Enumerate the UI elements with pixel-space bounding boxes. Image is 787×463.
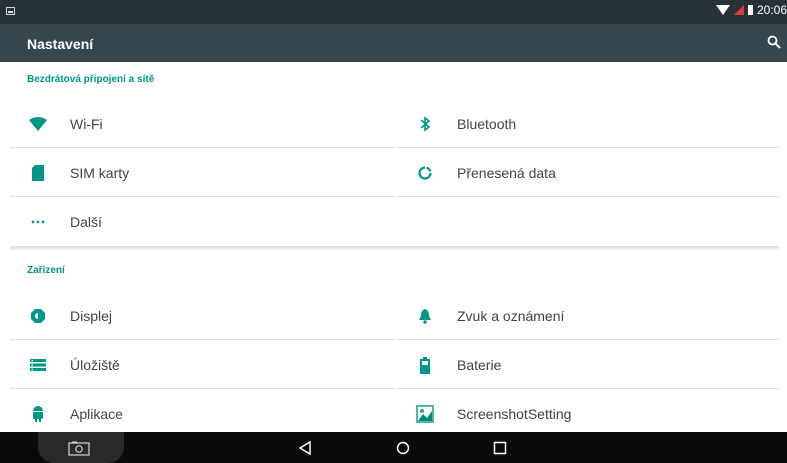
- settings-item-label: ScreenshotSetting: [457, 406, 572, 422]
- wifi-signal-icon: [715, 5, 730, 15]
- wifi-icon: [28, 114, 48, 134]
- bell-icon: [415, 306, 435, 326]
- camera-icon: [68, 441, 90, 456]
- settings-item-data-usage[interactable]: Přenesená data: [397, 148, 779, 197]
- settings-item-display[interactable]: Displej: [10, 291, 394, 340]
- settings-item-apps[interactable]: Aplikace: [10, 389, 394, 438]
- settings-item-label: Zvuk a oznámení: [457, 308, 565, 324]
- android-icon: [28, 404, 48, 424]
- bluetooth-icon: [415, 114, 435, 134]
- settings-item-sound[interactable]: Zvuk a oznámení: [397, 291, 779, 340]
- settings-item-storage[interactable]: Úložiště: [10, 340, 394, 389]
- home-icon[interactable]: [396, 441, 410, 455]
- settings-item-label: Bluetooth: [457, 116, 517, 132]
- settings-item-label: Baterie: [457, 357, 502, 373]
- settings-item-battery[interactable]: Baterie: [397, 340, 779, 389]
- more-icon: [28, 212, 48, 232]
- settings-item-label: SIM karty: [70, 165, 130, 181]
- settings-item-label: Přenesená data: [457, 165, 556, 181]
- settings-item-bluetooth[interactable]: Bluetooth: [397, 99, 779, 148]
- settings-item-more[interactable]: Další: [10, 197, 394, 246]
- section-divider: [10, 246, 779, 250]
- settings-item-label: Aplikace: [70, 406, 123, 422]
- settings-content: Bezdrátová připojení a sítě Wi-Fi Blueto…: [0, 62, 787, 432]
- search-icon[interactable]: [767, 35, 781, 49]
- app-toolbar: Nastavení: [0, 24, 787, 62]
- status-right: 20:06: [715, 3, 787, 17]
- screenshot-setting-icon: [415, 404, 435, 424]
- settings-item-sim[interactable]: SIM karty: [10, 148, 394, 197]
- battery-icon: [415, 355, 435, 375]
- brightness-icon: [28, 306, 48, 326]
- battery-status-icon: [747, 5, 753, 15]
- settings-item-screenshot[interactable]: ScreenshotSetting: [397, 389, 779, 438]
- recents-icon[interactable]: [493, 441, 507, 455]
- status-bar: 20:06: [0, 0, 787, 24]
- section-title-device: Zařízení: [27, 265, 65, 276]
- clock: 20:06: [756, 3, 787, 17]
- settings-item-label: Displej: [70, 308, 113, 324]
- back-icon[interactable]: [298, 440, 312, 456]
- notification-icon: [6, 7, 15, 15]
- settings-item-label: Další: [70, 214, 102, 230]
- settings-item-label: Úložiště: [70, 357, 120, 373]
- cell-signal-icon: [733, 5, 744, 15]
- page-title: Nastavení: [27, 36, 94, 52]
- settings-item-wifi[interactable]: Wi-Fi: [10, 99, 394, 148]
- navigation-bar: [0, 432, 787, 463]
- data-usage-icon: [415, 163, 435, 183]
- section-title-wireless: Bezdrátová připojení a sítě: [27, 74, 155, 85]
- sim-card-icon: [28, 163, 48, 183]
- settings-item-label: Wi-Fi: [70, 116, 103, 132]
- storage-icon: [28, 355, 48, 375]
